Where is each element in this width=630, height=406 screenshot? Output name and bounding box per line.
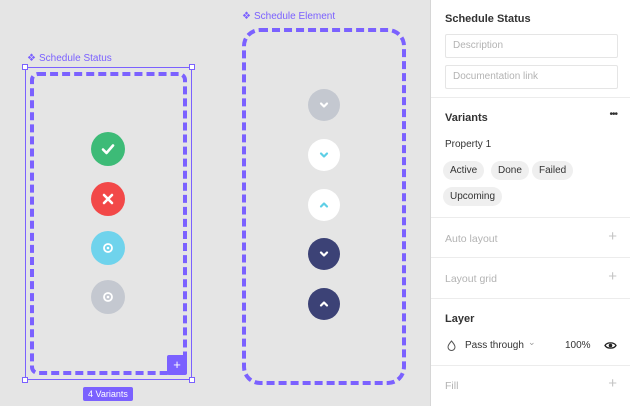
component-section: Schedule Status Description Documentatio… <box>431 0 630 98</box>
status-active-variant[interactable] <box>91 132 125 166</box>
variants-count-badge: 4 Variants <box>83 387 133 401</box>
chevron-up-icon <box>319 301 329 307</box>
layout-grid-section: Layout grid + <box>431 258 630 299</box>
property-label: Property 1 <box>445 139 492 150</box>
component-set-icon: ❖ <box>27 52 36 64</box>
chevron-down-icon <box>319 251 329 257</box>
status-component-set[interactable]: + <box>22 64 195 383</box>
variant-chip-failed[interactable]: Failed <box>532 161 574 180</box>
element-variant-5[interactable] <box>308 288 340 320</box>
status-frame-label[interactable]: ❖ Schedule Status <box>27 53 112 64</box>
description-field[interactable]: Description <box>445 34 618 58</box>
close-icon <box>102 193 114 205</box>
chevron-down-icon <box>319 152 329 158</box>
add-fill-button[interactable]: + <box>608 376 617 391</box>
variant-chip-done[interactable]: Done <box>491 161 529 180</box>
add-layout-grid-button[interactable]: + <box>608 269 617 284</box>
auto-layout-title: Auto layout <box>445 233 498 245</box>
element-variant-3[interactable] <box>308 189 340 221</box>
element-variant-4[interactable] <box>308 238 340 270</box>
variants-title: Variants <box>445 112 488 124</box>
component-title: Schedule Status <box>445 13 531 25</box>
fill-section: Fill + <box>431 366 630 406</box>
check-icon <box>101 144 115 155</box>
blend-mode-select[interactable]: Pass through ⌄ <box>465 337 536 351</box>
dot-icon <box>103 292 113 302</box>
element-frame-label[interactable]: ❖ Schedule Element <box>242 11 335 22</box>
documentation-link-field[interactable]: Documentation link <box>445 65 618 89</box>
dot-icon <box>103 243 113 253</box>
resize-handle-tr[interactable] <box>189 64 195 70</box>
add-auto-layout-button[interactable]: + <box>608 229 617 244</box>
variants-section: Variants ••• Property 1 Active Done Fail… <box>431 98 630 218</box>
status-upcoming-variant[interactable] <box>91 231 125 265</box>
status-dashed-border <box>30 72 187 375</box>
chevron-down-icon: ⌄ <box>527 337 536 347</box>
variant-chip-active[interactable]: Active <box>443 161 485 180</box>
blend-mode-value: Pass through <box>465 340 524 351</box>
element-frame-label-text: Schedule Element <box>253 11 336 22</box>
more-options-icon[interactable]: ••• <box>609 109 617 120</box>
design-canvas[interactable]: ❖ Schedule Status + 4 Variants ❖ Schedul… <box>0 0 430 406</box>
opacity-value[interactable]: 100% <box>565 340 591 351</box>
properties-panel: Schedule Status Description Documentatio… <box>430 0 630 406</box>
resize-handle-tl[interactable] <box>22 64 28 70</box>
variant-chip-upcoming[interactable]: Upcoming <box>443 187 503 206</box>
resize-handle-br[interactable] <box>189 377 195 383</box>
element-variant-2[interactable] <box>308 139 340 171</box>
element-variant-1[interactable] <box>308 89 340 121</box>
resize-handle-bl[interactable] <box>22 377 28 383</box>
status-done-variant[interactable] <box>91 280 125 314</box>
auto-layout-section: Auto layout + <box>431 218 630 258</box>
chevron-down-icon <box>319 102 329 108</box>
layer-title: Layer <box>445 313 475 325</box>
layer-section: Layer Pass through ⌄ 100% <box>431 299 630 366</box>
fill-title: Fill <box>445 380 459 392</box>
eye-icon[interactable] <box>604 340 617 351</box>
chevron-up-icon <box>319 202 329 208</box>
blend-mode-icon <box>447 340 456 351</box>
component-set-icon: ❖ <box>242 10 251 22</box>
layout-grid-title: Layout grid <box>445 273 497 285</box>
add-variant-button[interactable]: + <box>167 355 187 375</box>
status-failed-variant[interactable] <box>91 182 125 216</box>
status-frame-label-text: Schedule Status <box>38 53 112 64</box>
